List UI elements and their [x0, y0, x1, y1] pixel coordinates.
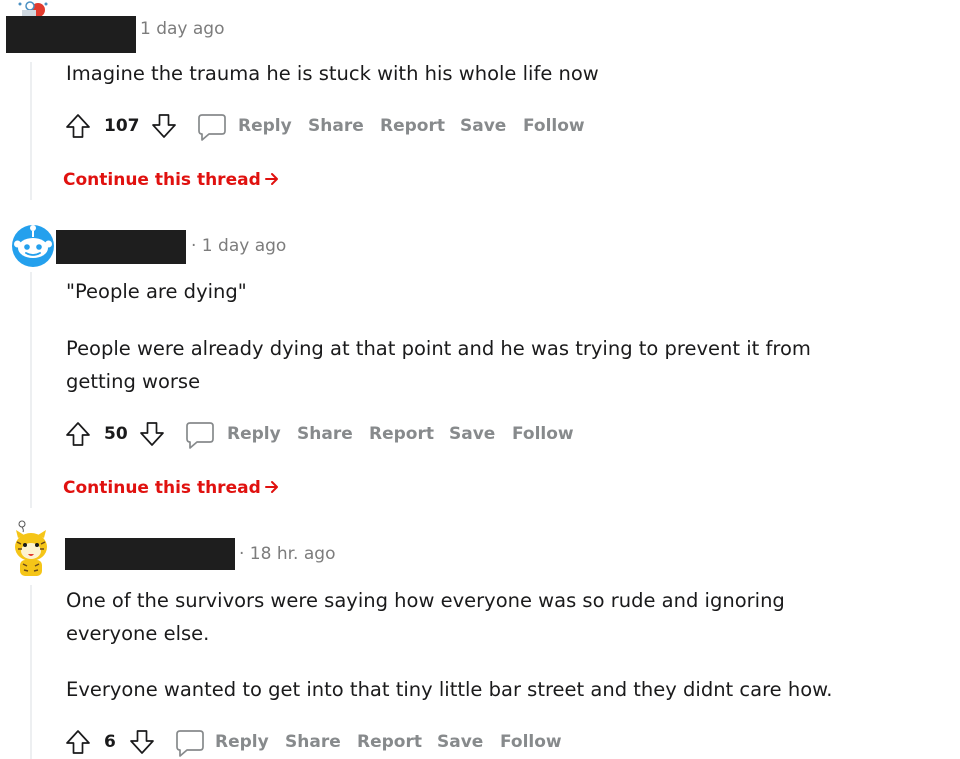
comment-text: One of the survivors were saying how eve… [66, 589, 785, 612]
avatar-snoo [12, 225, 54, 267]
upvote-icon[interactable] [64, 728, 92, 756]
comment-timestamp: · 1 day ago [191, 236, 287, 256]
comment-text: everyone else. [66, 622, 210, 645]
vote-score: 6 [104, 732, 116, 752]
follow-button[interactable]: Follow [512, 424, 574, 444]
continue-thread-label: Continue this thread [63, 478, 261, 498]
continue-thread-link[interactable]: Continue this thread [63, 478, 280, 498]
downvote-icon[interactable] [138, 420, 166, 448]
action-bar: 107 Reply Share Report Save Follow [0, 112, 700, 142]
comment-text: People were already dying at that point … [66, 337, 811, 360]
comment-text: "People are dying" [66, 280, 247, 303]
continue-thread-label: Continue this thread [63, 170, 261, 190]
downvote-icon[interactable] [128, 728, 156, 756]
upvote-icon[interactable] [64, 420, 92, 448]
save-button[interactable]: Save [437, 732, 483, 752]
comment-text: getting worse [66, 370, 201, 393]
save-button[interactable]: Save [460, 116, 506, 136]
share-button[interactable]: Share [297, 424, 353, 444]
arrow-right-icon [264, 481, 278, 493]
redacted-username[interactable] [56, 230, 186, 264]
downvote-icon[interactable] [150, 112, 178, 140]
avatar-tiger [15, 520, 47, 576]
reply-button[interactable]: Reply [227, 424, 281, 444]
comment-icon[interactable] [184, 420, 216, 450]
redacted-username[interactable] [65, 538, 235, 570]
share-button[interactable]: Share [285, 732, 341, 752]
vote-score: 107 [104, 116, 140, 136]
comment-text: Imagine the trauma he is stuck with his … [66, 62, 599, 85]
comment-text: Everyone wanted to get into that tiny li… [66, 678, 833, 701]
continue-thread-link[interactable]: Continue this thread [63, 170, 280, 190]
reply-button[interactable]: Reply [238, 116, 292, 136]
redacted-username[interactable] [6, 16, 136, 53]
avatar[interactable] [11, 222, 55, 272]
upvote-icon[interactable] [64, 112, 92, 140]
comment-timestamp: · 18 hr. ago [239, 544, 336, 564]
comment-icon[interactable] [174, 728, 206, 758]
arrow-right-icon [264, 173, 278, 185]
report-button[interactable]: Report [357, 732, 422, 752]
comment-timestamp: 1 day ago [140, 19, 225, 39]
thread-line[interactable] [30, 272, 32, 508]
comment-icon[interactable] [196, 112, 228, 142]
report-button[interactable]: Report [369, 424, 434, 444]
avatar[interactable] [10, 520, 52, 582]
action-bar: 50 Reply Share Report Save Follow [0, 420, 700, 450]
save-button[interactable]: Save [449, 424, 495, 444]
reply-button[interactable]: Reply [215, 732, 269, 752]
vote-score: 50 [104, 424, 128, 444]
follow-button[interactable]: Follow [500, 732, 562, 752]
share-button[interactable]: Share [308, 116, 364, 136]
action-bar: 6 Reply Share Report Save Follow [0, 728, 700, 758]
report-button[interactable]: Report [380, 116, 445, 136]
follow-button[interactable]: Follow [523, 116, 585, 136]
